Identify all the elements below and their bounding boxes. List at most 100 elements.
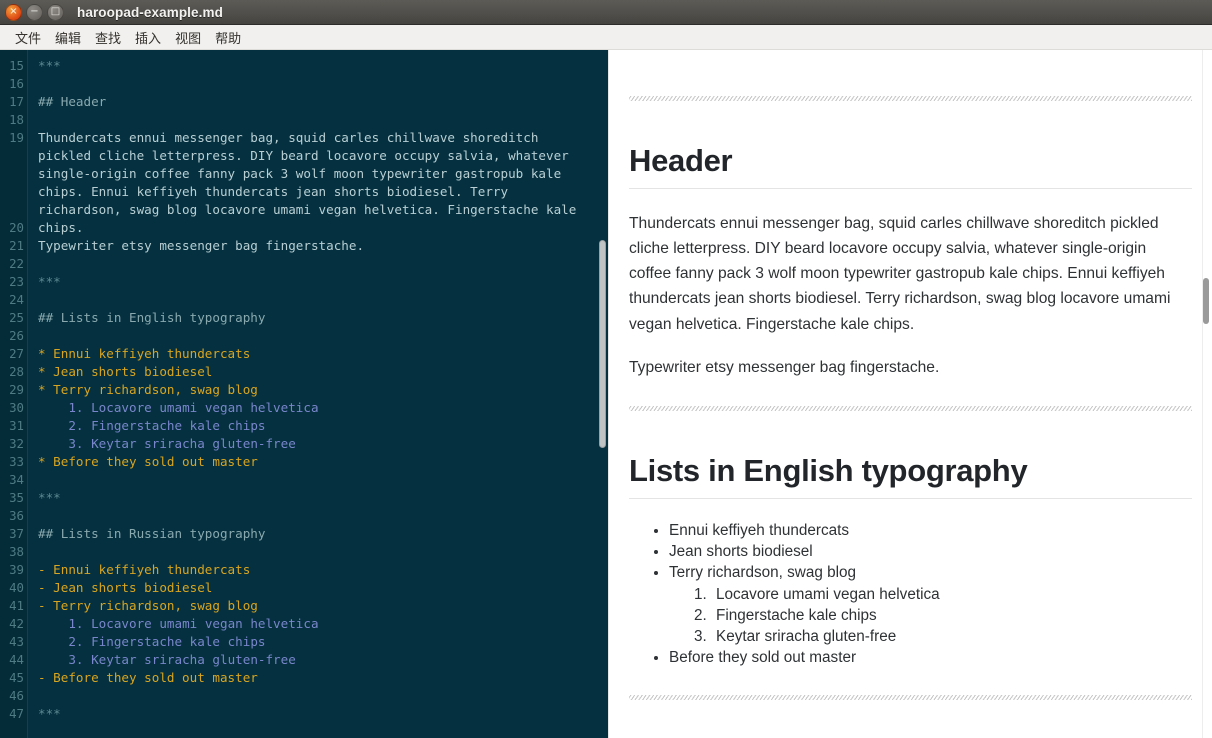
line-number: 25 <box>0 309 24 327</box>
code-line[interactable] <box>38 471 598 489</box>
line-number: 24 <box>0 291 24 309</box>
menu-item-find[interactable]: 查找 <box>88 26 128 49</box>
line-number: 26 <box>0 327 24 345</box>
code-line[interactable] <box>38 75 598 93</box>
maximize-icon[interactable]: □ <box>47 4 64 21</box>
horizontal-rule <box>629 96 1192 101</box>
line-number: 30 <box>0 399 24 417</box>
code-line[interactable]: * Terry richardson, swag blog <box>38 381 598 399</box>
editor-scrollbar-thumb[interactable] <box>599 240 606 448</box>
markdown-preview-pane[interactable]: Header Thundercats ennui messenger bag, … <box>608 50 1212 738</box>
code-line[interactable]: 3. Keytar sriracha gluten-free <box>38 651 598 669</box>
line-number: 21 <box>0 237 24 255</box>
code-line[interactable]: * Before they sold out master <box>38 453 598 471</box>
line-number: 41 <box>0 597 24 615</box>
menu-bar: 文件 编辑 查找 插入 视图 帮助 <box>0 25 1212 50</box>
preview-content: Header Thundercats ennui messenger bag, … <box>609 50 1212 738</box>
code-line[interactable]: Typewriter etsy messenger bag fingerstac… <box>38 237 598 255</box>
code-line[interactable] <box>38 111 598 129</box>
code-line[interactable] <box>38 255 598 273</box>
line-number: 20 <box>0 219 24 237</box>
list-item: Terry richardson, swag blog Locavore uma… <box>669 562 1192 647</box>
line-number: 45 <box>0 669 24 687</box>
code-line[interactable]: - Ennui keffiyeh thundercats <box>38 561 598 579</box>
line-number: 17 <box>0 93 24 111</box>
preview-scrollbar-thumb[interactable] <box>1203 278 1209 324</box>
close-glyph: × <box>9 7 17 17</box>
code-line[interactable]: *** <box>38 489 598 507</box>
line-number: 15 <box>0 57 24 75</box>
line-number: 37 <box>0 525 24 543</box>
window-title: haroopad-example.md <box>77 5 223 20</box>
horizontal-rule <box>629 695 1192 700</box>
line-number: 22 <box>0 255 24 273</box>
line-number: 18 <box>0 111 24 129</box>
code-line[interactable]: - Terry richardson, swag blog <box>38 597 598 615</box>
code-line[interactable]: 3. Keytar sriracha gluten-free <box>38 435 598 453</box>
menu-item-edit[interactable]: 编辑 <box>48 26 88 49</box>
line-number: 42 <box>0 615 24 633</box>
preview-heading-header: Header <box>629 143 1192 189</box>
code-line[interactable]: 1. Locavore umami vegan helvetica <box>38 399 598 417</box>
list-item: Keytar sriracha gluten-free <box>711 626 1192 647</box>
menu-item-insert[interactable]: 插入 <box>128 26 168 49</box>
code-line[interactable] <box>38 543 598 561</box>
line-number: 27 <box>0 345 24 363</box>
line-number: 33 <box>0 453 24 471</box>
menu-item-help[interactable]: 帮助 <box>208 26 248 49</box>
line-number: 36 <box>0 507 24 525</box>
code-line[interactable]: 1. Locavore umami vegan helvetica <box>38 615 598 633</box>
preview-heading-english-lists: Lists in English typography <box>629 453 1192 499</box>
list-item: Before they sold out master <box>669 647 1192 668</box>
preview-scrollbar-track[interactable] <box>1202 50 1211 738</box>
line-number: 40 <box>0 579 24 597</box>
code-line[interactable] <box>38 687 598 705</box>
code-line[interactable]: - Jean shorts biodiesel <box>38 579 598 597</box>
line-number: 47 <box>0 705 24 723</box>
line-number: 43 <box>0 633 24 651</box>
code-line[interactable]: * Ennui keffiyeh thundercats <box>38 345 598 363</box>
main-split: 1516171819202122232425262728293031323334… <box>0 50 1212 738</box>
list-item: Ennui keffiyeh thundercats <box>669 520 1192 541</box>
code-line[interactable] <box>38 219 598 237</box>
code-line[interactable]: 2. Fingerstache kale chips <box>38 633 598 651</box>
preview-paragraph-2: Typewriter etsy messenger bag fingerstac… <box>629 355 1192 380</box>
code-line[interactable]: *** <box>38 57 598 75</box>
menu-item-view[interactable]: 视图 <box>168 26 208 49</box>
menu-item-file[interactable]: 文件 <box>8 26 48 49</box>
list-item: Jean shorts biodiesel <box>669 541 1192 562</box>
line-number: 23 <box>0 273 24 291</box>
preview-ordered-sublist: Locavore umami vegan helvetica Fingersta… <box>669 584 1192 647</box>
line-number: 32 <box>0 435 24 453</box>
preview-paragraph-1: Thundercats ennui messenger bag, squid c… <box>629 211 1192 337</box>
line-number: 46 <box>0 687 24 705</box>
code-line[interactable]: ## Lists in Russian typography <box>38 525 598 543</box>
markdown-editor-pane[interactable]: 1516171819202122232425262728293031323334… <box>0 50 608 738</box>
code-line[interactable]: * Jean shorts biodiesel <box>38 363 598 381</box>
code-lines[interactable]: *** ## Header Thundercats ennui messenge… <box>29 50 608 53</box>
list-item: Locavore umami vegan helvetica <box>711 584 1192 605</box>
line-number: 35 <box>0 489 24 507</box>
line-number: 28 <box>0 363 24 381</box>
code-line[interactable] <box>38 327 598 345</box>
minimize-glyph: − <box>30 7 38 17</box>
code-line[interactable] <box>38 507 598 525</box>
line-number: 39 <box>0 561 24 579</box>
maximize-glyph: □ <box>51 7 60 17</box>
minimize-icon[interactable]: − <box>26 4 43 21</box>
code-line[interactable]: - Before they sold out master <box>38 669 598 687</box>
preview-unordered-list: Ennui keffiyeh thundercats Jean shorts b… <box>629 520 1192 669</box>
window-controls: × − □ <box>0 4 64 21</box>
list-item-label: Terry richardson, swag blog <box>669 564 856 581</box>
code-line[interactable]: ## Header <box>38 93 598 111</box>
line-number: 16 <box>0 75 24 93</box>
code-line[interactable]: *** <box>38 705 598 723</box>
line-number: 19 <box>0 129 24 147</box>
code-line[interactable] <box>38 291 598 309</box>
list-item: Fingerstache kale chips <box>711 605 1192 626</box>
close-icon[interactable]: × <box>5 4 22 21</box>
code-line[interactable]: 2. Fingerstache kale chips <box>38 417 598 435</box>
line-number: 31 <box>0 417 24 435</box>
code-line[interactable]: *** <box>38 273 598 291</box>
code-line[interactable]: ## Lists in English typography <box>38 309 598 327</box>
